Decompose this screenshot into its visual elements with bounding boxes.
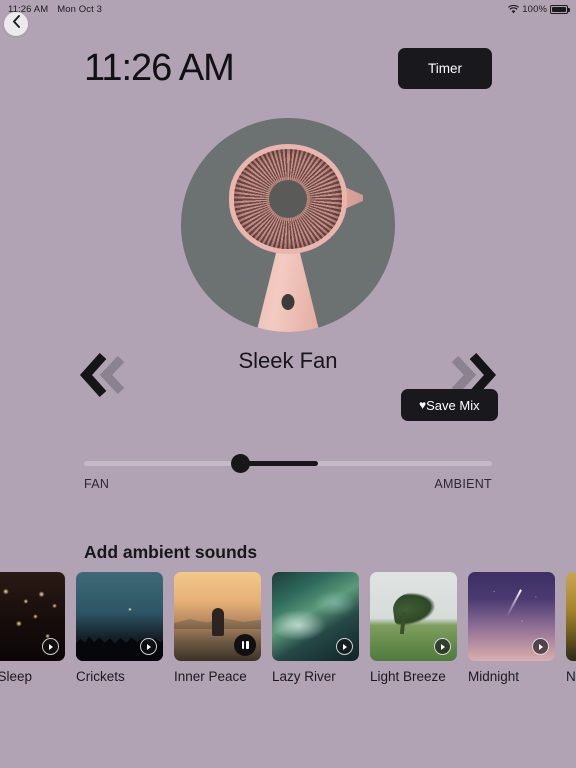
ambient-sound-card[interactable]: Light Breeze — [370, 572, 457, 684]
ambient-sound-card[interactable]: Midnight — [468, 572, 555, 684]
status-date: Mon Oct 3 — [57, 3, 102, 15]
fan-hub — [269, 180, 307, 218]
slider-labels: FAN AMBIENT — [84, 477, 492, 491]
fan-power-button-graphic — [281, 294, 295, 310]
ambient-sound-card[interactable]: N — [566, 572, 576, 684]
ambient-card-thumbnail — [566, 572, 576, 661]
slider-label-fan: FAN — [84, 477, 110, 491]
sound-artwork — [181, 118, 395, 332]
ambient-card-thumbnail — [0, 572, 65, 661]
ambient-card-thumbnail — [272, 572, 359, 661]
play-icon — [539, 643, 544, 650]
ambient-sound-card[interactable]: Lazy River — [272, 572, 359, 684]
slider-fill — [240, 461, 318, 466]
play-icon — [49, 643, 54, 650]
status-bar-right: 100% — [508, 3, 570, 15]
pause-button[interactable] — [234, 634, 256, 656]
ambient-card-label: Inner Peace — [174, 669, 247, 684]
ambient-card-label: Lazy River — [272, 669, 336, 684]
fan-head — [229, 144, 363, 254]
play-button[interactable] — [140, 638, 157, 655]
fan-base — [255, 242, 321, 332]
slider-label-ambient: AMBIENT — [434, 477, 492, 491]
back-button[interactable] — [4, 12, 28, 36]
wifi-icon — [508, 4, 520, 14]
ambient-card-thumbnail — [76, 572, 163, 661]
header-row: 11:26 AM Timer — [84, 40, 492, 96]
chevron-left-icon — [12, 15, 21, 33]
play-icon — [147, 643, 152, 650]
ambient-card-artwork — [566, 572, 576, 661]
play-icon — [343, 643, 348, 650]
ambient-sound-card[interactable]: Inner Peace — [174, 572, 261, 684]
sound-hero — [0, 118, 576, 397]
pause-icon — [241, 641, 244, 649]
ambient-card-label: ter Sleep — [0, 669, 33, 684]
ambient-sound-card[interactable]: ter Sleep — [0, 572, 65, 684]
ambient-section-title: Add ambient sounds — [84, 542, 258, 562]
status-bar: 11:26 AM Mon Oct 3 100% — [0, 0, 576, 18]
timer-button[interactable]: Timer — [398, 47, 492, 89]
ambient-card-label: N — [566, 669, 576, 684]
pause-icon — [246, 641, 249, 649]
heart-icon: ♥ — [419, 398, 427, 412]
play-button[interactable] — [532, 638, 549, 655]
ambient-sound-card[interactable]: Crickets — [76, 572, 163, 684]
slider-knob[interactable] — [231, 454, 250, 473]
play-button[interactable] — [42, 638, 59, 655]
clock-display: 11:26 AM — [84, 47, 235, 89]
ambient-card-label: Crickets — [76, 669, 125, 684]
battery-full-icon — [550, 4, 570, 14]
ambient-card-thumbnail — [370, 572, 457, 661]
sound-name-label: Sleek Fan — [238, 348, 338, 373]
play-button[interactable] — [336, 638, 353, 655]
save-mix-label: Save Mix — [426, 397, 480, 413]
ambient-card-label: Midnight — [468, 669, 520, 684]
play-button[interactable] — [434, 638, 451, 655]
fan-blades — [229, 144, 347, 254]
ambient-card-thumbnail — [468, 572, 555, 661]
ambient-sound-list[interactable]: ter Sleep Crickets Inner Peace Lazy River Li… — [0, 572, 576, 692]
ambient-card-label: Light Breeze — [370, 669, 446, 684]
fan-ambient-slider[interactable]: FAN AMBIENT — [84, 454, 492, 497]
save-mix-button[interactable]: ♥ Save Mix — [401, 389, 498, 421]
battery-percent-label: 100% — [522, 3, 547, 15]
play-icon — [441, 643, 446, 650]
app-root: 11:26 AM Mon Oct 3 100% 11:26 AM Timer S… — [0, 0, 576, 768]
ambient-card-thumbnail — [174, 572, 261, 661]
